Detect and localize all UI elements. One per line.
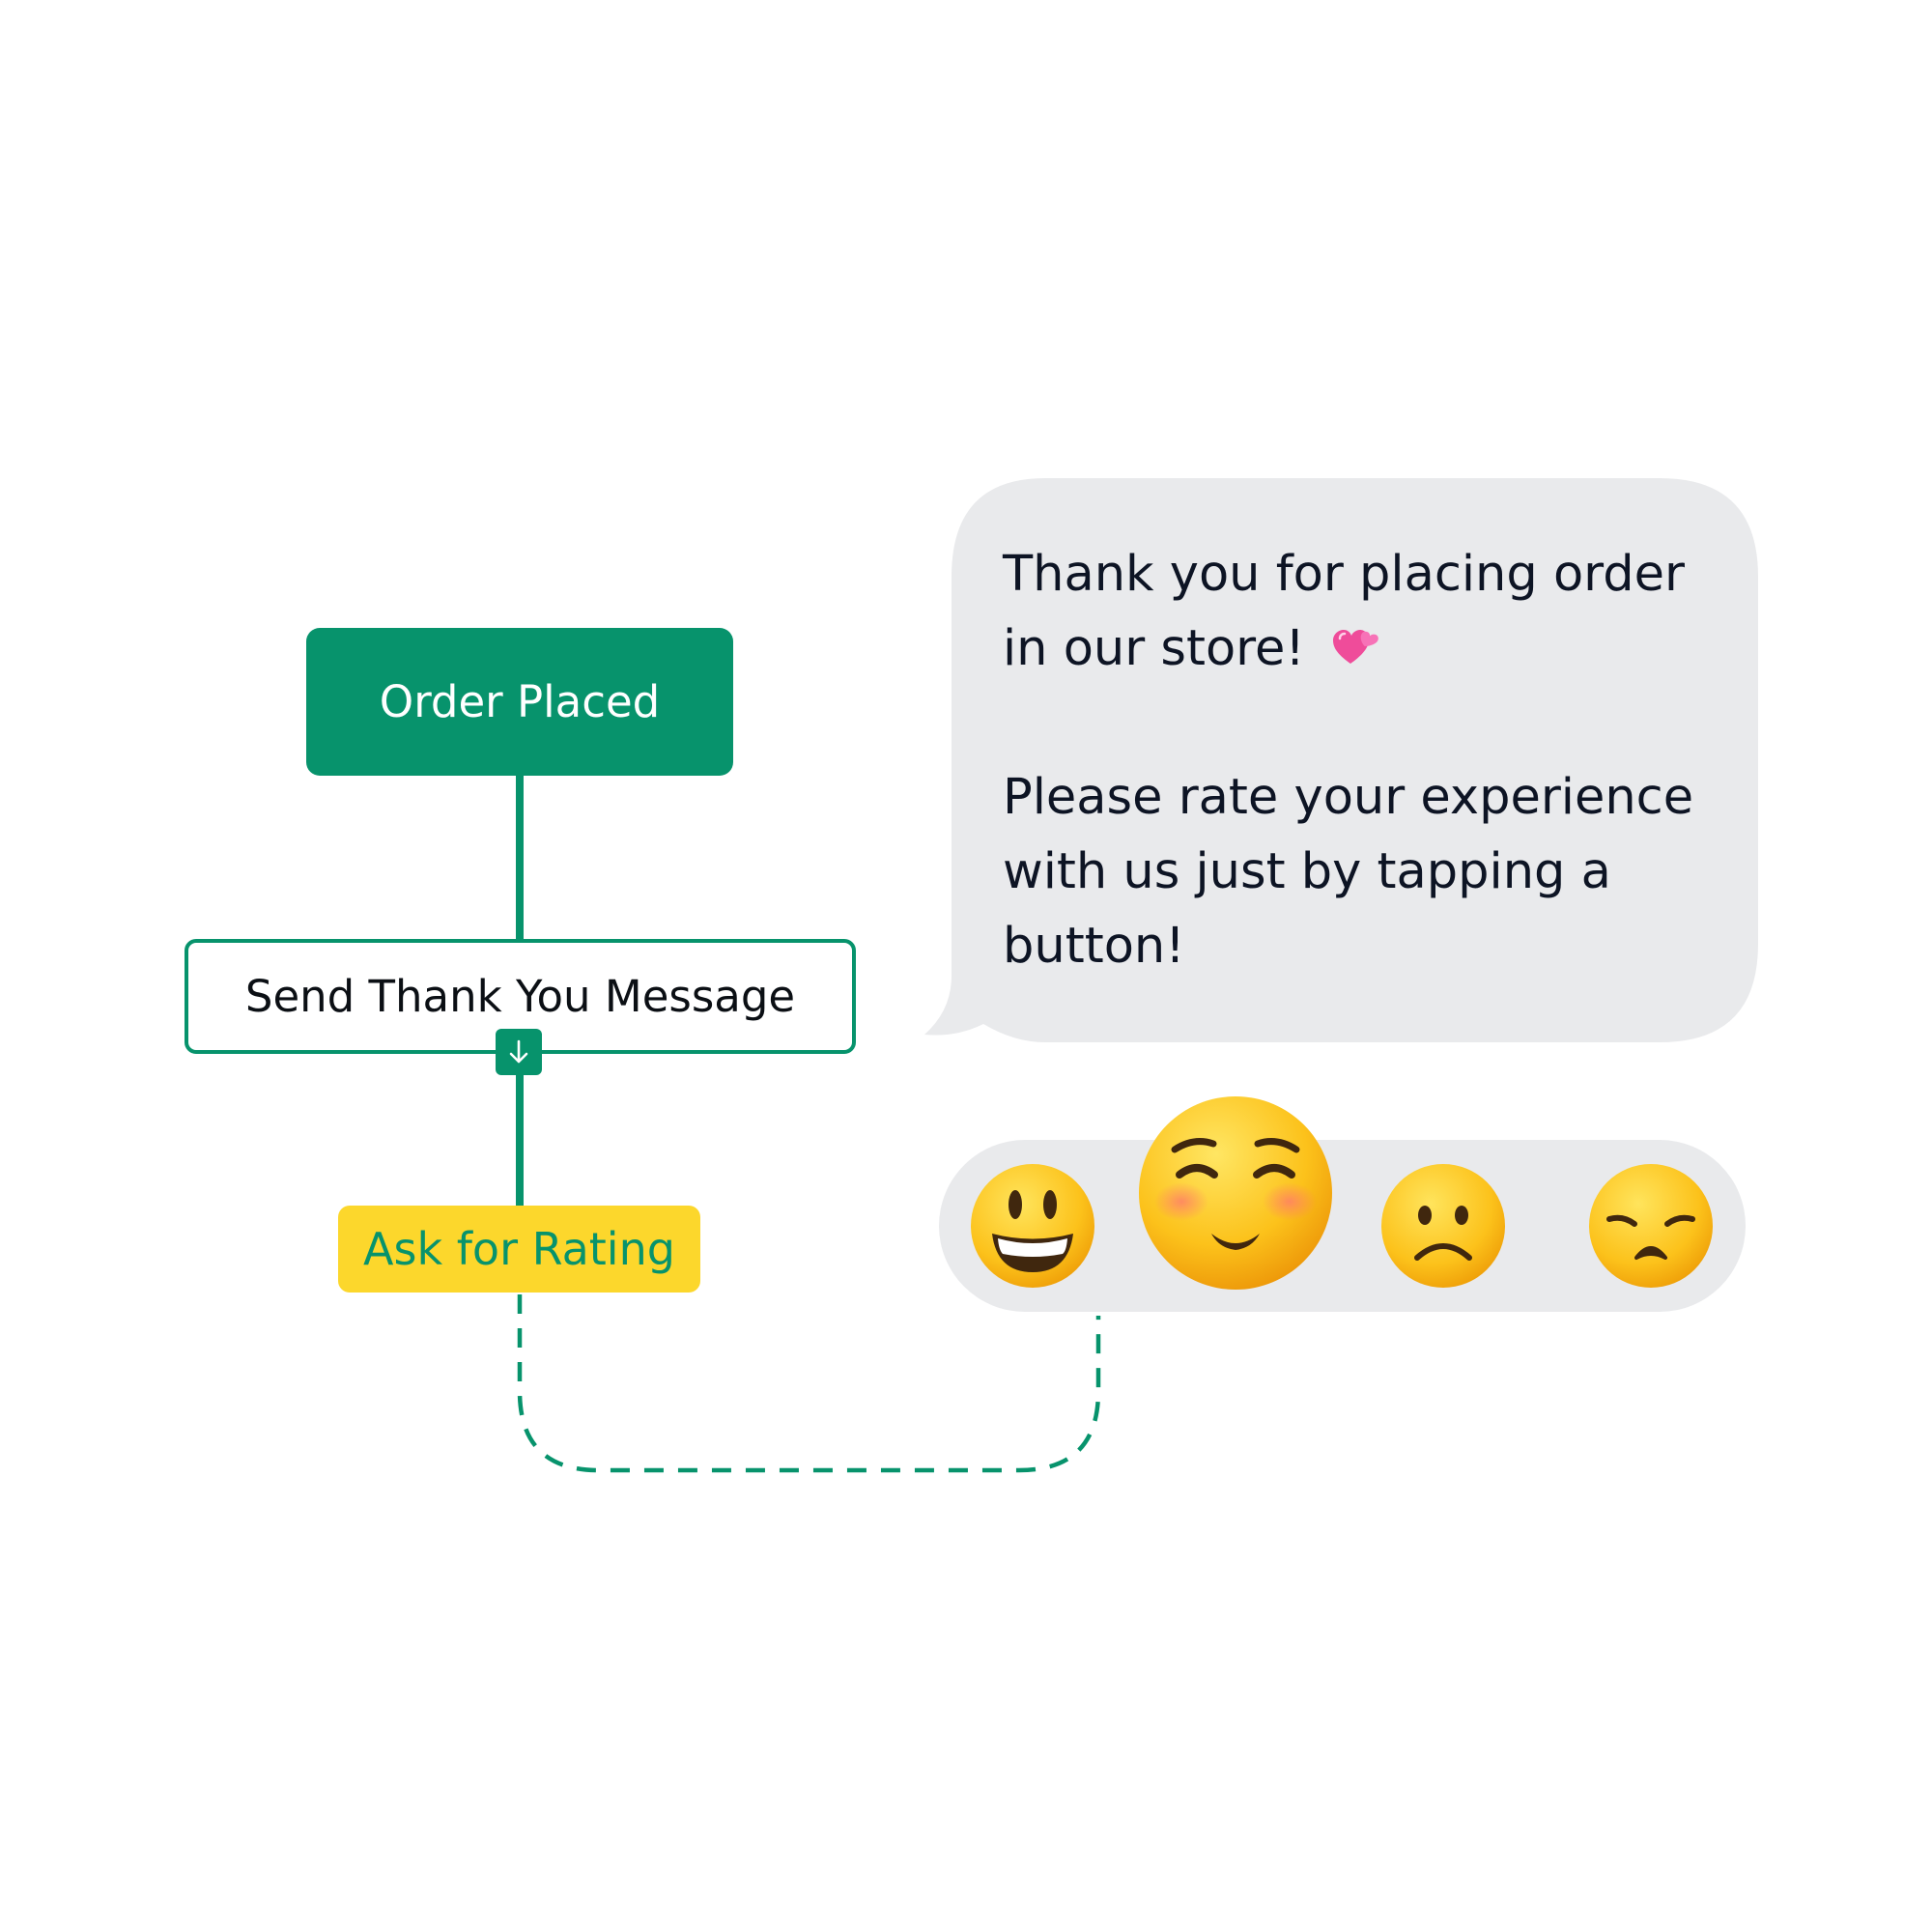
message-line-3: Please rate your experience <box>1003 769 1694 826</box>
message-line-5: button! <box>1003 918 1185 975</box>
frowning-face-icon[interactable] <box>1378 1161 1508 1291</box>
grinning-face-icon[interactable] <box>968 1161 1097 1291</box>
disappointed-face-icon[interactable] <box>1586 1161 1716 1291</box>
message-line-2: in our store! <box>1003 611 1747 686</box>
smiling-face-icon[interactable] <box>1136 1094 1335 1293</box>
message-line-1: Thank you for placing order <box>1003 546 1685 603</box>
chat-message: Thank you for placing order in our store… <box>1003 537 1747 983</box>
message-line-2-text: in our store! <box>1003 620 1305 677</box>
message-line-4: with us just by tapping a <box>1003 843 1611 900</box>
two-hearts-icon <box>1333 630 1378 664</box>
